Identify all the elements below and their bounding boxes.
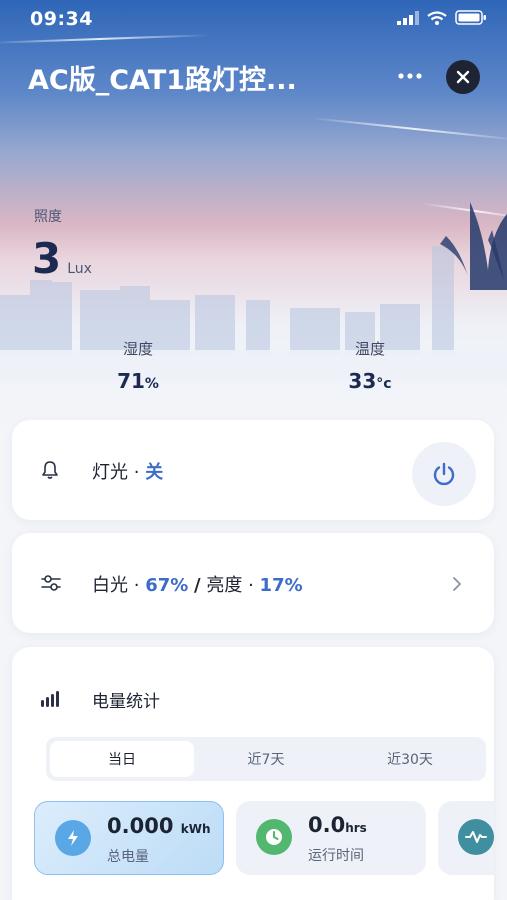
white-light-value: 67% — [145, 575, 189, 596]
humidity-label: 湿度 — [122, 340, 153, 358]
energy-label: 总电量 — [107, 849, 149, 865]
city-skyline-illustration — [0, 202, 507, 380]
wifi-icon — [427, 10, 447, 25]
power-toggle-button[interactable] — [412, 442, 476, 506]
tab-today[interactable]: 当日 — [50, 741, 194, 777]
illuminance-label: 照度 — [34, 209, 62, 225]
more-dots-icon — [398, 73, 422, 79]
humidity-metric: 湿度 71% — [78, 338, 198, 393]
humidity-value: 71% — [117, 369, 159, 393]
mode-divider: / — [194, 575, 201, 596]
runtime-label: 运行时间 — [308, 848, 364, 864]
status-bar: 09:34 — [0, 0, 507, 36]
device-title: AC版_CAT1路灯控... — [28, 65, 297, 96]
tab-7-days[interactable]: 近7天 — [194, 741, 338, 777]
light-control-card: 灯光 · 关 — [12, 420, 494, 520]
close-icon — [456, 70, 470, 84]
light-label: 灯光 — [92, 462, 128, 483]
brightness-label: 亮度 — [206, 575, 243, 596]
light-status-text: 灯光 · 关 — [92, 458, 163, 484]
illuminance-reading: 3 Lux — [32, 234, 92, 283]
energy-unit: kWh — [180, 822, 211, 836]
bar-chart-icon — [41, 691, 59, 707]
runtime-value: 0.0hrs — [308, 813, 367, 837]
third-stat-box-partial[interactable] — [438, 801, 494, 875]
light-mode-card[interactable]: 白光 · 67% / 亮度 · 17% — [12, 533, 494, 633]
more-options-button[interactable] — [394, 62, 426, 90]
temperature-value: 33°c — [348, 369, 392, 393]
period-tabs: 当日 近7天 近30天 — [46, 737, 486, 781]
light-separator: · — [133, 462, 140, 483]
runtime-unit: hrs — [345, 821, 367, 835]
illuminance-unit: Lux — [67, 261, 92, 277]
temperature-label: 温度 — [354, 340, 385, 358]
status-time: 09:34 — [30, 8, 93, 30]
energy-value: 0.000 kWh — [107, 814, 211, 838]
illuminance-value: 3 — [32, 234, 62, 283]
cellular-signal-icon — [397, 10, 419, 25]
waveform-icon — [458, 819, 494, 855]
runtime-stat-box[interactable]: 0.0hrs 运行时间 — [236, 801, 426, 875]
light-state: 关 — [145, 462, 164, 483]
white-light-separator: · — [133, 575, 140, 596]
tab-30-days[interactable]: 近30天 — [338, 741, 482, 777]
clock-icon — [256, 819, 292, 855]
humidity-unit: % — [144, 376, 159, 392]
adjust-sliders-icon — [41, 575, 61, 591]
temperature-metric: 温度 33°c — [310, 338, 430, 393]
chevron-right-icon — [453, 577, 461, 591]
power-stats-title: 电量统计 — [92, 692, 160, 712]
power-stats-card: 电量统计 当日 近7天 近30天 0.000 kWh 总电量 0.0hrs 运行… — [12, 647, 494, 900]
battery-icon — [455, 10, 486, 25]
power-icon — [433, 462, 455, 486]
energy-stat-box[interactable]: 0.000 kWh 总电量 — [34, 801, 224, 875]
temperature-unit: °c — [376, 376, 392, 392]
light-mode-text: 白光 · 67% / 亮度 · 17% — [92, 571, 303, 597]
close-button[interactable] — [446, 60, 480, 94]
brightness-separator: · — [248, 575, 254, 596]
bell-icon — [42, 461, 58, 479]
brightness-value: 17% — [259, 575, 303, 596]
lightning-icon — [55, 820, 91, 856]
white-light-label: 白光 — [92, 575, 128, 596]
